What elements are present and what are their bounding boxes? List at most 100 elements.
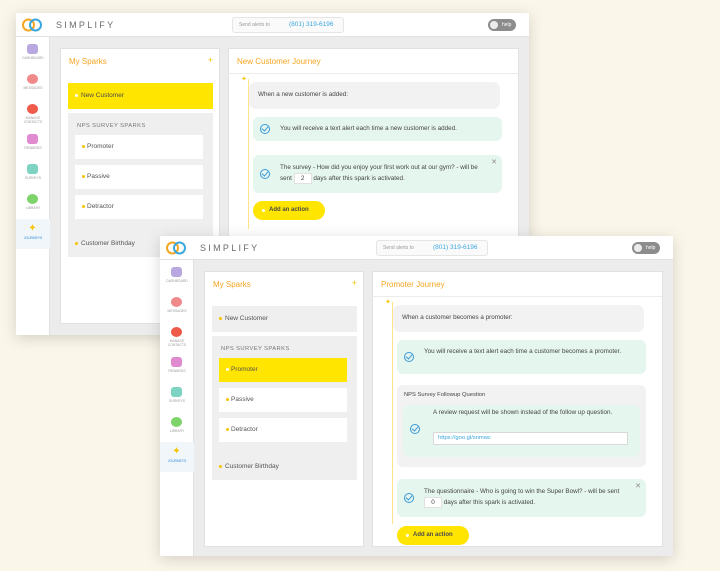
add-spark-icon[interactable]: +	[208, 55, 213, 65]
send-alerts-field[interactable]: Send alerts to (801) 319-6196	[376, 240, 488, 256]
spark-bullet-icon	[75, 242, 78, 245]
action-send-survey[interactable]: The survey - How did you enjoy your firs…	[253, 155, 502, 193]
action-review-request[interactable]: A review request will be shown instead o…	[403, 405, 640, 457]
checkmark-icon	[260, 124, 270, 134]
sidebar-item-label: Library	[25, 206, 41, 210]
sidebar-item-contacts[interactable]: Manage Contacts	[160, 322, 194, 352]
days-input[interactable]: 0	[424, 497, 442, 508]
spark-new-customer[interactable]: New Customer	[212, 306, 357, 332]
sidebar-item-label: Rewards	[168, 369, 186, 373]
sidebar-item-label: Rewards	[24, 146, 42, 150]
trigger-text: When a new customer is added:	[258, 91, 348, 98]
sidebar-item-label: Manage Contacts	[23, 116, 43, 124]
action-text-pre: The questionnaire - Who is going to win …	[424, 488, 620, 495]
brand-name: SIMPLIFY	[56, 20, 116, 30]
spark-label: Detractor	[87, 203, 114, 210]
sidebar-item-journeys[interactable]: ✦ Journeys	[16, 219, 50, 249]
spark-icon: ✦	[28, 223, 37, 234]
sidebar-item-messages[interactable]: Messages	[160, 292, 194, 322]
sidebar-item-surveys[interactable]: Surveys	[160, 382, 194, 412]
surveys-icon	[171, 387, 182, 397]
add-spark-icon[interactable]: +	[352, 278, 357, 288]
brand-name: SIMPLIFY	[200, 243, 260, 253]
sidebar-item-dashboard[interactable]: Dashboard	[16, 39, 50, 69]
help-toggle[interactable]: help	[488, 19, 516, 31]
sidebar-item-label: Manage Contacts	[167, 339, 187, 347]
panel-title: My Sparks	[69, 57, 107, 66]
action-text: The questionnaire - Who is going to win …	[424, 487, 632, 508]
action-text: The survey - How did you enjoy your firs…	[280, 163, 488, 184]
nps-survey-sparks-group: NPS SURVEY SPARKS Promoter Passive Detra…	[212, 336, 357, 466]
help-label: help	[502, 22, 512, 28]
spark-bullet-icon	[75, 94, 78, 97]
rewards-icon	[171, 357, 182, 367]
spark-detractor[interactable]: Detractor	[219, 418, 347, 442]
sidebar-item-library[interactable]: Library	[16, 189, 50, 219]
help-label: help	[646, 245, 656, 251]
add-action-label: Add an action	[269, 207, 309, 213]
spark-detractor[interactable]: Detractor	[75, 195, 203, 219]
add-action-button[interactable]: Add an action	[397, 526, 469, 545]
spark-bullet-icon	[226, 428, 229, 431]
spark-label: Passive	[87, 173, 110, 180]
library-icon	[171, 417, 182, 427]
spark-passive[interactable]: Passive	[219, 388, 347, 412]
send-alerts-label: Send alerts to	[383, 245, 414, 251]
my-sparks-panel: My Sparks + New Customer NPS SURVEY SPAR…	[204, 271, 364, 547]
action-text: You will receive a text alert each time …	[424, 348, 622, 355]
sidebar-item-rewards[interactable]: Rewards	[160, 352, 194, 382]
sidebar-item-contacts[interactable]: Manage Contacts	[16, 99, 50, 129]
messages-icon	[171, 297, 182, 307]
top-bar: SIMPLIFY Send alerts to (801) 319-6196 h…	[160, 236, 673, 260]
sidebar-nav: Dashboard Messages Manage Contacts Rewar…	[160, 260, 194, 556]
sidebar-item-dashboard[interactable]: Dashboard	[160, 262, 194, 292]
sidebar-item-label: Messages	[167, 309, 187, 313]
divider	[373, 296, 662, 297]
journey-trigger: When a new customer is added:	[249, 82, 500, 109]
help-toggle[interactable]: help	[632, 242, 660, 254]
nps-heading: NPS SURVEY SPARKS	[221, 346, 290, 352]
sidebar-item-label: Messages	[23, 86, 43, 90]
spark-icon: ✦	[385, 299, 391, 306]
trigger-text: When a customer becomes a promoter:	[402, 314, 513, 321]
sidebar-item-label: Dashboard	[22, 56, 44, 60]
simplify-logo-icon	[22, 18, 42, 32]
alert-phone-number: (801) 319-6196	[433, 244, 478, 251]
alert-phone-number: (801) 319-6196	[289, 21, 334, 28]
spark-label: Customer Birthday	[225, 463, 279, 470]
spark-passive[interactable]: Passive	[75, 165, 203, 189]
spark-customer-birthday[interactable]: Customer Birthday	[212, 454, 357, 480]
nps-heading: NPS SURVEY SPARKS	[77, 123, 146, 129]
action-send-questionnaire[interactable]: The questionnaire - Who is going to win …	[397, 479, 646, 517]
top-bar: SIMPLIFY Send alerts to (801) 319-6196 h…	[16, 13, 529, 37]
close-icon[interactable]: ✕	[491, 158, 497, 166]
send-alerts-field[interactable]: Send alerts to (801) 319-6196	[232, 17, 344, 33]
days-input[interactable]: 2	[293, 173, 312, 184]
sidebar-item-journeys[interactable]: ✦ Journeys	[160, 442, 194, 472]
review-url-input[interactable]: https://goo.gl/snmwc	[433, 432, 628, 445]
spark-promoter[interactable]: Promoter	[219, 358, 347, 382]
sidebar-item-label: Dashboard	[166, 279, 188, 283]
sidebar-item-surveys[interactable]: Surveys	[16, 159, 50, 189]
journey-trigger: When a customer becomes a promoter:	[393, 305, 644, 332]
sidebar-item-messages[interactable]: Messages	[16, 69, 50, 99]
action-text-alert[interactable]: You will receive a text alert each time …	[253, 117, 502, 141]
add-action-button[interactable]: Add an action	[253, 201, 325, 220]
action-text-post: days after this spark is activated.	[313, 175, 405, 183]
journey-title: New Customer Journey	[237, 57, 321, 66]
app-window-promoter: SIMPLIFY Send alerts to (801) 319-6196 h…	[160, 236, 673, 556]
contacts-icon	[27, 104, 38, 114]
send-alerts-label: Send alerts to	[239, 22, 270, 28]
action-text-alert[interactable]: You will receive a text alert each time …	[397, 340, 646, 374]
sidebar-item-library[interactable]: Library	[160, 412, 194, 442]
checkmark-icon	[404, 352, 414, 362]
followup-title: NPS Survey Followup Question	[404, 392, 486, 398]
checkmark-icon	[410, 424, 420, 434]
nps-followup-group: NPS Survey Followup Question A review re…	[397, 385, 646, 467]
sidebar-item-rewards[interactable]: Rewards	[16, 129, 50, 159]
checkmark-icon	[404, 493, 414, 503]
spark-promoter[interactable]: Promoter	[75, 135, 203, 159]
spark-label: Detractor	[231, 426, 258, 433]
close-icon[interactable]: ✕	[635, 482, 641, 490]
spark-new-customer[interactable]: New Customer	[68, 83, 213, 109]
